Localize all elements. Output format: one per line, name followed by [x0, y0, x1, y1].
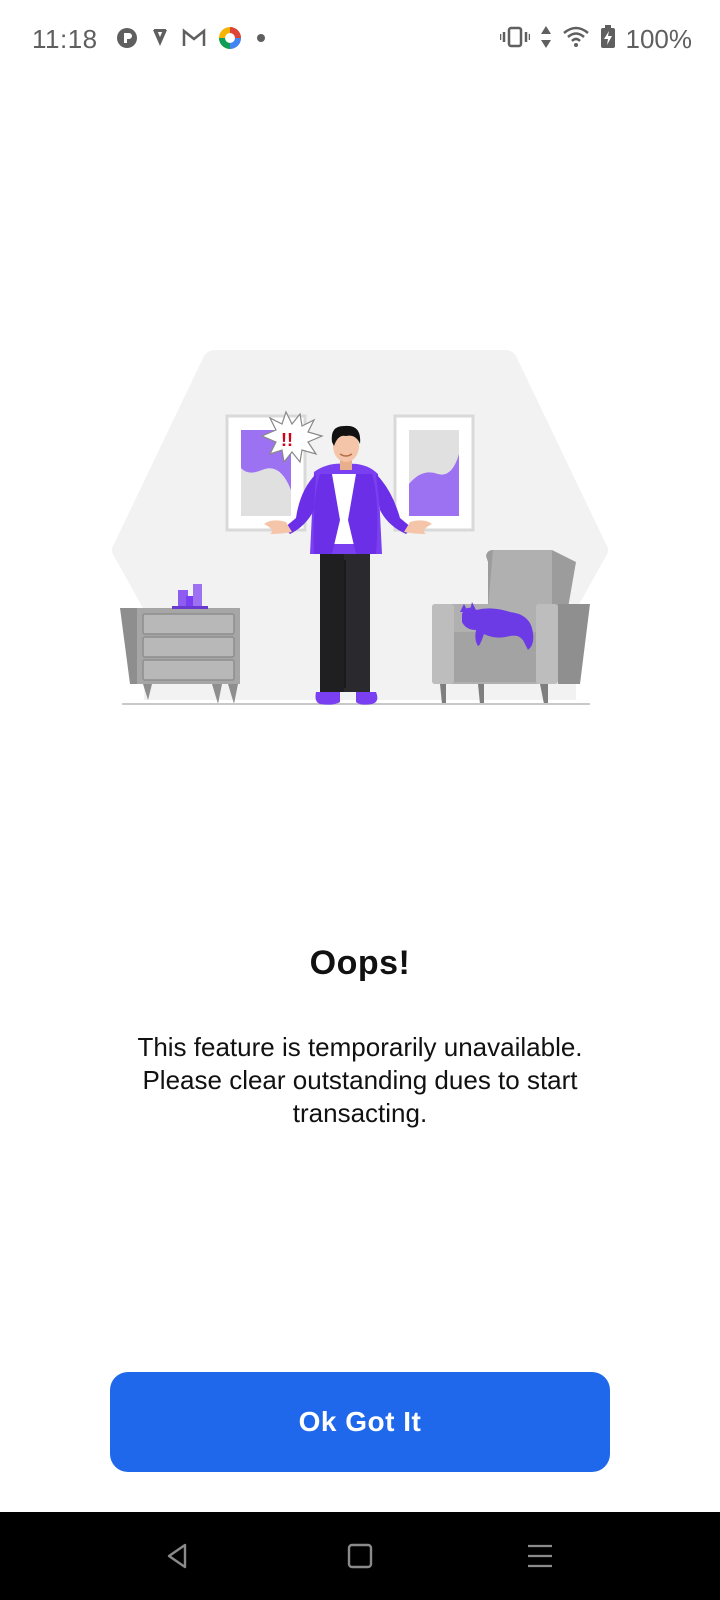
- error-screen: 11:18 100% !! Oops! This feature is temp…: [0, 0, 720, 1600]
- person: [320, 544, 346, 692]
- gmail-icon: [182, 28, 206, 53]
- system-navigation-bar: [0, 1512, 720, 1600]
- vpn-icon: [150, 27, 170, 54]
- colorful-app-icon: [218, 26, 242, 55]
- status-bar: 11:18 100%: [0, 0, 720, 80]
- vibrate-icon: [499, 26, 530, 53]
- error-title: Oops!: [309, 944, 411, 982]
- error-illustration: !!: [100, 350, 620, 730]
- svg-text:!!: !!: [281, 430, 293, 450]
- status-system-icons: 100%: [499, 24, 693, 55]
- status-notification-icons: [116, 26, 268, 55]
- notification-dot-icon: [254, 31, 268, 50]
- ok-got-it-button[interactable]: Ok Got It: [110, 1372, 610, 1472]
- back-icon[interactable]: [158, 1536, 198, 1576]
- error-message: This feature is temporarily unavailable.…: [137, 1032, 583, 1128]
- battery-charging-icon: [600, 25, 616, 54]
- data-arrows-icon: [540, 25, 552, 54]
- app-icon: [116, 27, 138, 54]
- home-icon[interactable]: [340, 1536, 380, 1576]
- status-time: 11:18: [32, 24, 98, 54]
- battery-percentage: 100%: [625, 24, 693, 54]
- wifi-icon: [562, 26, 590, 53]
- recents-icon[interactable]: [520, 1536, 560, 1576]
